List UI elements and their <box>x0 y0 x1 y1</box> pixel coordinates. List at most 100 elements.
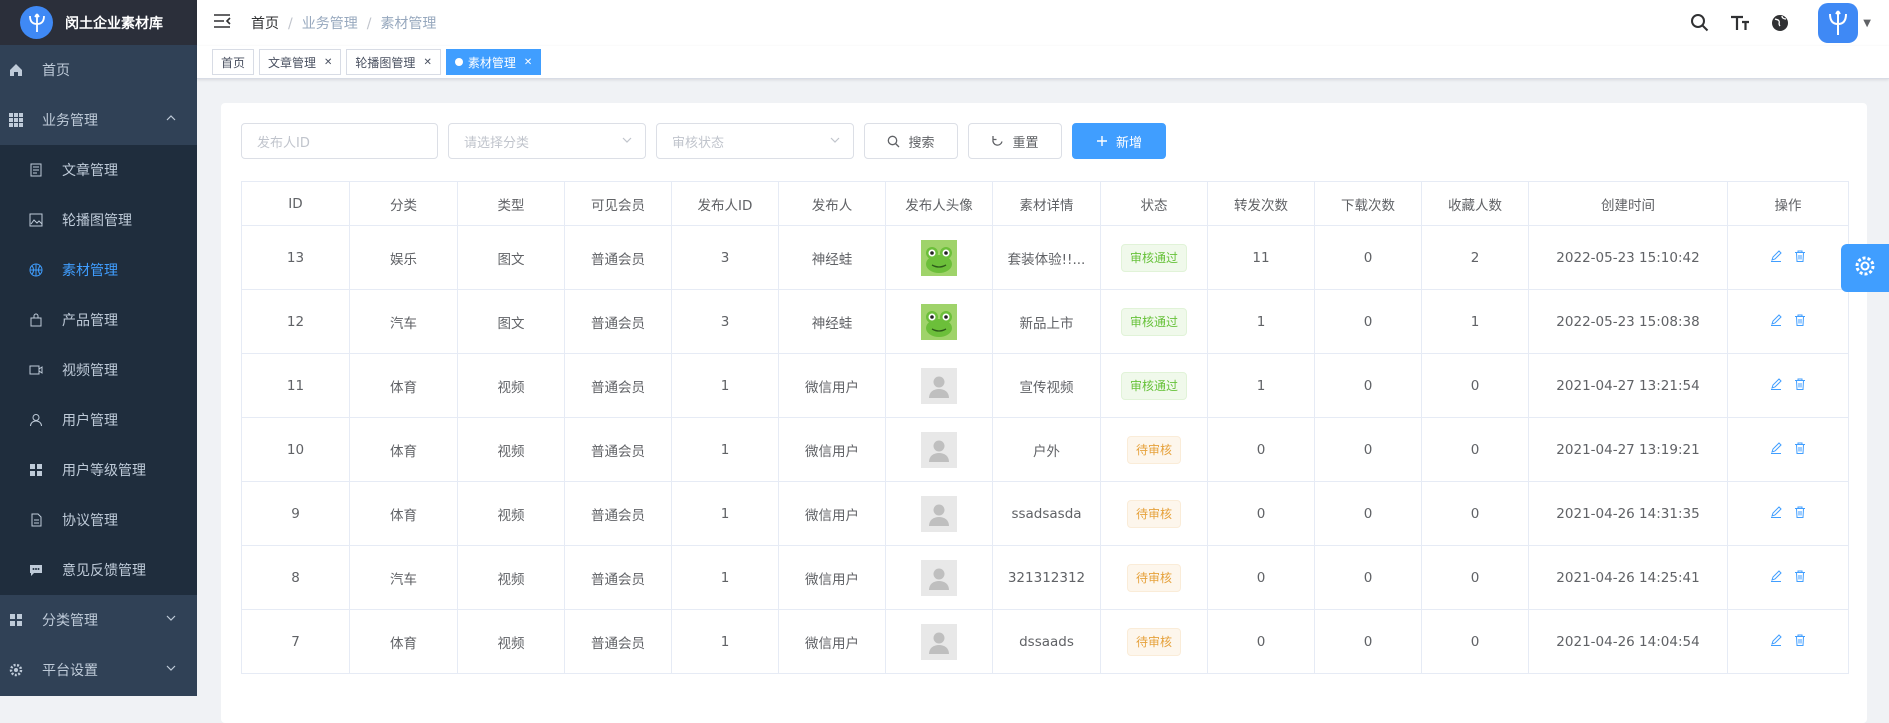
tag-label: 素材管理 <box>467 55 516 70</box>
user-avatar[interactable] <box>1818 3 1859 43</box>
cell-created: 2021-04-27 13:19:21 <box>1528 417 1728 482</box>
sidebar-item-material[interactable]: 素材管理 <box>0 245 197 295</box>
grid-icon <box>28 462 44 478</box>
category-select[interactable]: 请选择分类 <box>448 123 646 159</box>
search-icon[interactable] <box>1690 13 1710 33</box>
sidebar-item-platform[interactable]: 平台设置 <box>0 645 197 695</box>
settings-gear-button[interactable] <box>1841 244 1889 292</box>
cell-type: 视频 <box>457 545 565 610</box>
cell-member: 普通会员 <box>564 545 672 610</box>
cell-download: 0 <box>1314 289 1422 354</box>
publisher-id-input[interactable]: 发布人ID <box>241 123 438 159</box>
business-submenu: 文章管理 轮播图管理 素材管理 产品管理 视频管理 用户管理 用户等级管理 协议… <box>0 145 197 595</box>
close-icon[interactable]: ✕ <box>423 57 431 68</box>
column-header: 发布人 <box>778 181 886 226</box>
delete-icon[interactable] <box>1794 378 1806 394</box>
column-header: 下载次数 <box>1314 181 1422 226</box>
breadcrumb-item[interactable]: 首页 <box>251 16 279 32</box>
cell-type: 图文 <box>457 289 565 354</box>
delete-icon[interactable] <box>1794 442 1806 458</box>
delete-icon[interactable] <box>1794 570 1806 586</box>
caret-down-icon[interactable]: ▼ <box>1863 18 1871 29</box>
table-row: 8 汽车 视频 普通会员 1 微信用户 321312312 待审核 0 0 0 2021-04-26 … <box>241 545 1849 610</box>
reset-button[interactable]: 重置 <box>968 123 1062 159</box>
tag-banner[interactable]: 轮播图管理 ✕ <box>346 49 441 75</box>
cell-member: 普通会员 <box>564 353 672 418</box>
chevron-down-icon <box>165 612 177 628</box>
edit-icon[interactable] <box>1770 249 1782 266</box>
delete-icon[interactable] <box>1794 506 1806 522</box>
sidebar-item-article[interactable]: 文章管理 <box>0 145 197 195</box>
cell-detail: 321312312 <box>992 545 1101 610</box>
frog-avatar-image <box>921 303 957 340</box>
cell-detail: 新品上市 <box>992 289 1101 354</box>
tag-home[interactable]: 首页 <box>212 49 255 75</box>
cell-download: 0 <box>1314 609 1422 674</box>
plus-icon <box>1096 135 1108 147</box>
status-badge: 审核通过 <box>1120 307 1187 336</box>
status-select[interactable]: 审核状态 <box>656 123 854 159</box>
delete-icon[interactable] <box>1794 314 1806 330</box>
tag-material[interactable]: 素材管理 ✕ <box>445 49 542 75</box>
font-size-icon[interactable] <box>1730 13 1750 33</box>
sidebar-item-business[interactable]: 业务管理 <box>0 95 197 145</box>
sidebar-item-home[interactable]: 首页 <box>0 45 197 95</box>
tag-label: 轮播图管理 <box>355 55 416 70</box>
cell-type: 视频 <box>457 481 565 546</box>
basketball-icon <box>28 262 44 278</box>
avatar-cell <box>885 545 993 610</box>
cell-detail: 户外 <box>992 417 1101 482</box>
cell-fav: 1 <box>1421 289 1529 354</box>
cell-publisher: 神经蛙 <box>778 225 886 290</box>
cell-publisher: 神经蛙 <box>778 289 886 354</box>
close-icon[interactable]: ✕ <box>324 57 332 68</box>
tag-article[interactable]: 文章管理 ✕ <box>259 49 342 75</box>
edit-icon[interactable] <box>1770 633 1782 650</box>
edit-icon[interactable] <box>1770 441 1782 458</box>
actions-cell <box>1727 353 1849 418</box>
hamburger-icon[interactable] <box>213 13 233 33</box>
cell-forward: 11 <box>1207 225 1315 290</box>
column-header: 发布人ID <box>671 181 779 226</box>
sidebar-item-banner[interactable]: 轮播图管理 <box>0 195 197 245</box>
default-avatar-icon <box>921 495 957 532</box>
sidebar-item-feedback[interactable]: 意见反馈管理 <box>0 545 197 595</box>
sidebar-item-product[interactable]: 产品管理 <box>0 295 197 345</box>
cell-publisher: 微信用户 <box>778 545 886 610</box>
cell-download: 0 <box>1314 481 1422 546</box>
search-button[interactable]: 搜索 <box>864 123 958 159</box>
edit-icon[interactable] <box>1770 313 1782 330</box>
sidebar-item-video[interactable]: 视频管理 <box>0 345 197 395</box>
cell-fav: 0 <box>1421 481 1529 546</box>
cell-detail: 套装体验!!... <box>992 225 1101 290</box>
actions-cell <box>1727 481 1849 546</box>
table-row: 12 汽车 图文 普通会员 3 神经蛙 新品上市 审核通过 1 0 1 2022-05-23 15:0… <box>241 289 1849 354</box>
active-dot-icon <box>454 58 463 66</box>
navbar: 首页 / 业务管理 / 素材管理 ▼ <box>197 0 1889 46</box>
cell-pub-id: 3 <box>671 225 779 290</box>
edit-icon[interactable] <box>1770 569 1782 586</box>
close-icon[interactable]: ✕ <box>524 57 532 68</box>
delete-icon[interactable] <box>1794 250 1806 266</box>
article-icon <box>28 162 44 178</box>
sidebar-item-category[interactable]: 分类管理 <box>0 595 197 645</box>
button-label: 重置 <box>1012 135 1039 151</box>
bag-icon <box>28 312 44 328</box>
add-button[interactable]: 新增 <box>1072 123 1166 159</box>
globe-icon[interactable] <box>1770 13 1790 33</box>
button-label: 新增 <box>1115 135 1142 151</box>
cell-pub-id: 1 <box>671 353 779 418</box>
breadcrumb: 首页 / 业务管理 / 素材管理 <box>251 16 437 32</box>
delete-icon[interactable] <box>1794 634 1806 650</box>
sidebar-item-user-level[interactable]: 用户等级管理 <box>0 445 197 495</box>
sidebar-item-user[interactable]: 用户管理 <box>0 395 197 445</box>
cell-publisher: 微信用户 <box>778 609 886 674</box>
table-body: 13 娱乐 图文 普通会员 3 神经蛙 套装体验!!... 审核通过 11 0 2 2022-05-2… <box>241 225 1849 674</box>
breadcrumb-item: 素材管理 <box>380 16 437 32</box>
column-header: 状态 <box>1100 181 1208 226</box>
sidebar-item-agreement[interactable]: 协议管理 <box>0 495 197 545</box>
cell-member: 普通会员 <box>564 417 672 482</box>
edit-icon[interactable] <box>1770 505 1782 522</box>
cell-publisher: 微信用户 <box>778 481 886 546</box>
edit-icon[interactable] <box>1770 377 1782 394</box>
